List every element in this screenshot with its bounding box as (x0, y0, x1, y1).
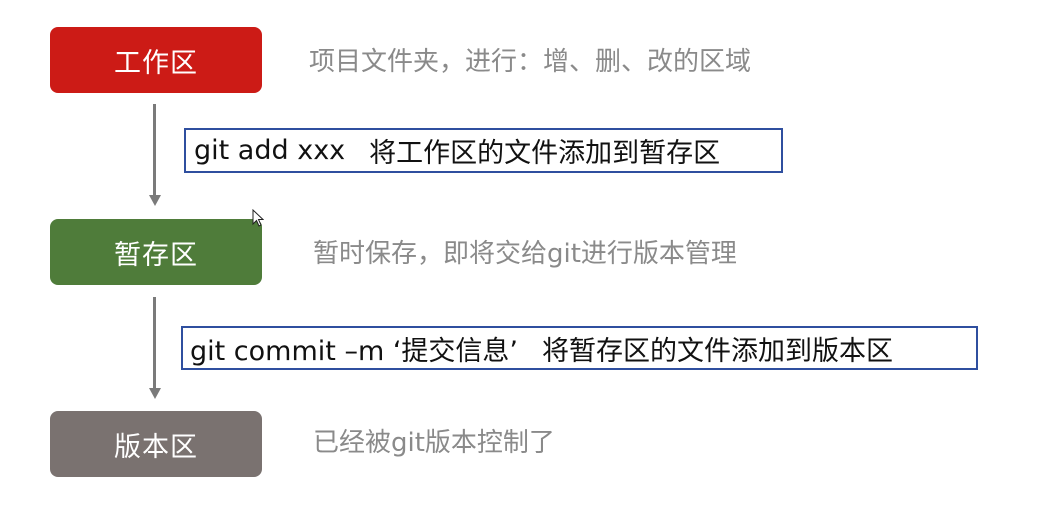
arrow-down-icon (149, 195, 161, 206)
stage-description-working-area: 项目文件夹，进行：增、删、改的区域 (309, 47, 752, 77)
command-box-git-add: git add xxx 将工作区的文件添加到暂存区 (184, 128, 783, 173)
stage-box-repository-area: 版本区 (50, 411, 262, 477)
arrow-shaft (153, 297, 156, 389)
command-code: git add xxx (194, 135, 346, 166)
stage-box-staging-area: 暂存区 (50, 219, 262, 285)
stage-description-repository-area: 已经被git版本控制了 (313, 428, 555, 458)
flow-arrow-work-to-stage (149, 104, 161, 206)
arrow-shaft (153, 104, 156, 196)
command-note: 将暂存区的文件添加到版本区 (542, 335, 893, 367)
stage-description-staging-area: 暂时保存，即将交给git进行版本管理 (313, 239, 737, 269)
arrow-down-icon (149, 388, 161, 399)
flow-arrow-stage-to-repo (149, 297, 161, 399)
stage-box-working-area: 工作区 (50, 27, 262, 93)
command-box-git-commit: git commit –m ‘提交信息’ 将暂存区的文件添加到版本区 (181, 326, 978, 370)
mouse-cursor-icon (252, 209, 264, 227)
command-note: 将工作区的文件添加到暂存区 (369, 138, 721, 169)
command-code: git commit –m ‘提交信息’ (190, 335, 518, 367)
